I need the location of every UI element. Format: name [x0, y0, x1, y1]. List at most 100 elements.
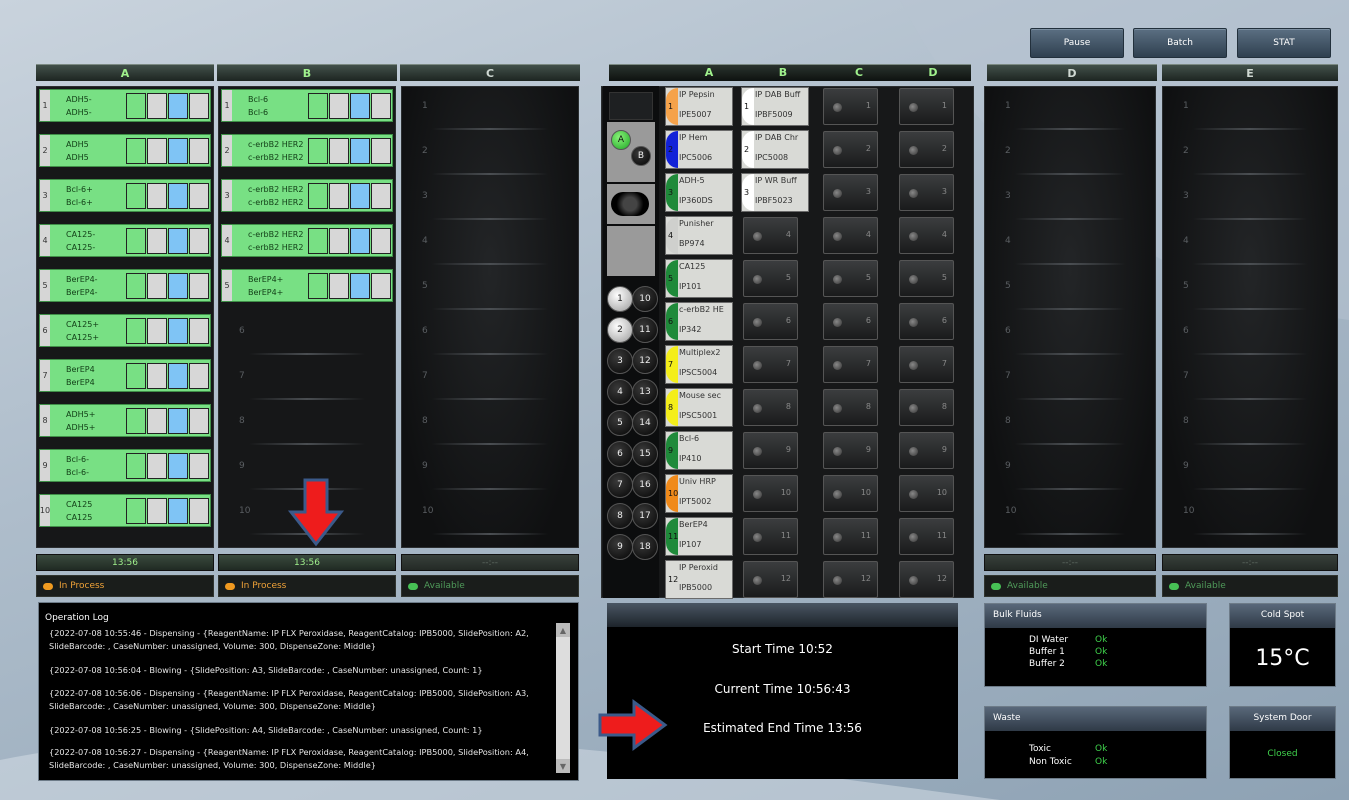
slide[interactable]: 4 CA125- CA125-: [39, 224, 211, 257]
empty-reagent-slot[interactable]: 5: [899, 260, 954, 297]
reagent-container[interactable]: 7 Multiplex2 IPSC5004: [665, 345, 733, 384]
empty-reagent-slot[interactable]: 11: [823, 518, 878, 555]
reagent-vial-icon[interactable]: 10: [632, 286, 658, 312]
reagent-vial-icon[interactable]: 8: [607, 503, 633, 529]
reagent-container[interactable]: 10 Univ HRP IPT5002: [665, 474, 733, 513]
empty-reagent-slot[interactable]: 8: [899, 389, 954, 426]
slide[interactable]: 2 ADH5 ADH5: [39, 134, 211, 167]
empty-slide-slot[interactable]: 4: [985, 222, 1155, 265]
reagent-container[interactable]: 3 IP WR Buff IPBF5023: [741, 173, 809, 212]
reagent-container[interactable]: 11 BerEP4 IP107: [665, 517, 733, 556]
empty-slide-slot[interactable]: 8: [219, 402, 395, 445]
empty-slide-slot[interactable]: 5: [985, 267, 1155, 310]
empty-reagent-slot[interactable]: 3: [899, 174, 954, 211]
slide[interactable]: 5 BerEP4- BerEP4-: [39, 269, 211, 302]
empty-slide-slot[interactable]: 6: [1163, 312, 1337, 355]
empty-slide-slot[interactable]: 10: [402, 492, 578, 535]
empty-slide-slot[interactable]: 8: [985, 402, 1155, 445]
reagent-vial-icon[interactable]: 18: [632, 534, 658, 560]
empty-reagent-slot[interactable]: 9: [899, 432, 954, 469]
reagent-vial-icon[interactable]: 6: [607, 441, 633, 467]
empty-slide-slot[interactable]: 3: [402, 177, 578, 220]
empty-slide-slot[interactable]: 5: [402, 267, 578, 310]
empty-slide-slot[interactable]: 10: [985, 492, 1155, 535]
empty-reagent-slot[interactable]: 10: [743, 475, 798, 512]
reagent-vial-icon[interactable]: 15: [632, 441, 658, 467]
log-scrollbar[interactable]: ▲ ▼: [556, 623, 570, 773]
reagent-container[interactable]: 3 ADH-5 IP360DS: [665, 173, 733, 212]
empty-reagent-slot[interactable]: 7: [899, 346, 954, 383]
empty-slide-slot[interactable]: 7: [985, 357, 1155, 400]
slide[interactable]: 3 Bcl-6+ Bcl-6+: [39, 179, 211, 212]
slide[interactable]: 2 c-erbB2 HER2 c-erbB2 HER2: [221, 134, 393, 167]
empty-slide-slot[interactable]: 7: [402, 357, 578, 400]
slide[interactable]: 9 Bcl-6- Bcl-6-: [39, 449, 211, 482]
empty-reagent-slot[interactable]: 8: [823, 389, 878, 426]
empty-slide-slot[interactable]: 2: [1163, 132, 1337, 175]
empty-slide-slot[interactable]: 2: [402, 132, 578, 175]
reagent-vial-icon[interactable]: 5: [607, 410, 633, 436]
empty-slide-slot[interactable]: 6: [219, 312, 395, 355]
vial-b-icon[interactable]: B: [631, 146, 651, 166]
pause-button[interactable]: Pause: [1030, 28, 1124, 58]
empty-reagent-slot[interactable]: 2: [899, 131, 954, 168]
reagent-vial-icon[interactable]: 13: [632, 379, 658, 405]
empty-reagent-slot[interactable]: 12: [743, 561, 798, 598]
empty-reagent-slot[interactable]: 2: [823, 131, 878, 168]
empty-slide-slot[interactable]: 1: [985, 87, 1155, 130]
empty-slide-slot[interactable]: 9: [402, 447, 578, 490]
slide[interactable]: 8 ADH5+ ADH5+: [39, 404, 211, 437]
reagent-container[interactable]: 1 IP Pepsin IPE5007: [665, 87, 733, 126]
scroll-down-icon[interactable]: ▼: [556, 759, 570, 773]
reagent-container[interactable]: 4 Punisher BP974: [665, 216, 733, 255]
slide[interactable]: 10 CA125 CA125: [39, 494, 211, 527]
slide[interactable]: 4 c-erbB2 HER2 c-erbB2 HER2: [221, 224, 393, 257]
empty-slide-slot[interactable]: 8: [402, 402, 578, 445]
reagent-vial-icon[interactable]: 17: [632, 503, 658, 529]
empty-slide-slot[interactable]: 1: [402, 87, 578, 130]
vial-a-icon[interactable]: A: [611, 130, 631, 150]
batch-button[interactable]: Batch: [1133, 28, 1227, 58]
empty-slide-slot[interactable]: 5: [1163, 267, 1337, 310]
reagent-vial-icon[interactable]: 4: [607, 379, 633, 405]
empty-reagent-slot[interactable]: 12: [899, 561, 954, 598]
empty-reagent-slot[interactable]: 6: [823, 303, 878, 340]
empty-reagent-slot[interactable]: 9: [743, 432, 798, 469]
empty-reagent-slot[interactable]: 1: [823, 88, 878, 125]
empty-slide-slot[interactable]: 7: [219, 357, 395, 400]
empty-reagent-slot[interactable]: 4: [823, 217, 878, 254]
reagent-container[interactable]: 1 IP DAB Buff IPBF5009: [741, 87, 809, 126]
mixer-well-icon[interactable]: [611, 192, 649, 216]
empty-reagent-slot[interactable]: 1: [899, 88, 954, 125]
reagent-container[interactable]: 8 Mouse sec IPSC5001: [665, 388, 733, 427]
reagent-vial-icon[interactable]: 1: [607, 286, 633, 312]
empty-reagent-slot[interactable]: 12: [823, 561, 878, 598]
empty-slide-slot[interactable]: 3: [985, 177, 1155, 220]
empty-slide-slot[interactable]: 4: [402, 222, 578, 265]
empty-slide-slot[interactable]: 2: [985, 132, 1155, 175]
reagent-vial-icon[interactable]: 3: [607, 348, 633, 374]
empty-reagent-slot[interactable]: 5: [743, 260, 798, 297]
empty-reagent-slot[interactable]: 11: [899, 518, 954, 555]
empty-reagent-slot[interactable]: 10: [823, 475, 878, 512]
tray-a-status[interactable]: In Process: [36, 575, 214, 597]
reagent-container[interactable]: 2 IP DAB Chr IPC5008: [741, 130, 809, 169]
reagent-vial-icon[interactable]: 14: [632, 410, 658, 436]
reagent-vial-icon[interactable]: 16: [632, 472, 658, 498]
empty-slide-slot[interactable]: 3: [1163, 177, 1337, 220]
tray-e-status[interactable]: Available: [1162, 575, 1338, 597]
slide[interactable]: 1 ADH5- ADH5-: [39, 89, 211, 122]
reagent-container[interactable]: 2 IP Hem IPC5006: [665, 130, 733, 169]
empty-reagent-slot[interactable]: 4: [743, 217, 798, 254]
stat-button[interactable]: STAT: [1237, 28, 1331, 58]
reagent-container[interactable]: 12 IP Peroxid IPB5000: [665, 560, 733, 599]
empty-reagent-slot[interactable]: 7: [743, 346, 798, 383]
empty-reagent-slot[interactable]: 9: [823, 432, 878, 469]
reagent-container[interactable]: 9 Bcl-6 IP410: [665, 431, 733, 470]
slide[interactable]: 1 Bcl-6 Bcl-6: [221, 89, 393, 122]
slide[interactable]: 3 c-erbB2 HER2 c-erbB2 HER2: [221, 179, 393, 212]
empty-slide-slot[interactable]: 6: [985, 312, 1155, 355]
reagent-container[interactable]: 6 c-erbB2 HE IP342: [665, 302, 733, 341]
empty-reagent-slot[interactable]: 6: [743, 303, 798, 340]
scroll-up-icon[interactable]: ▲: [556, 623, 570, 637]
